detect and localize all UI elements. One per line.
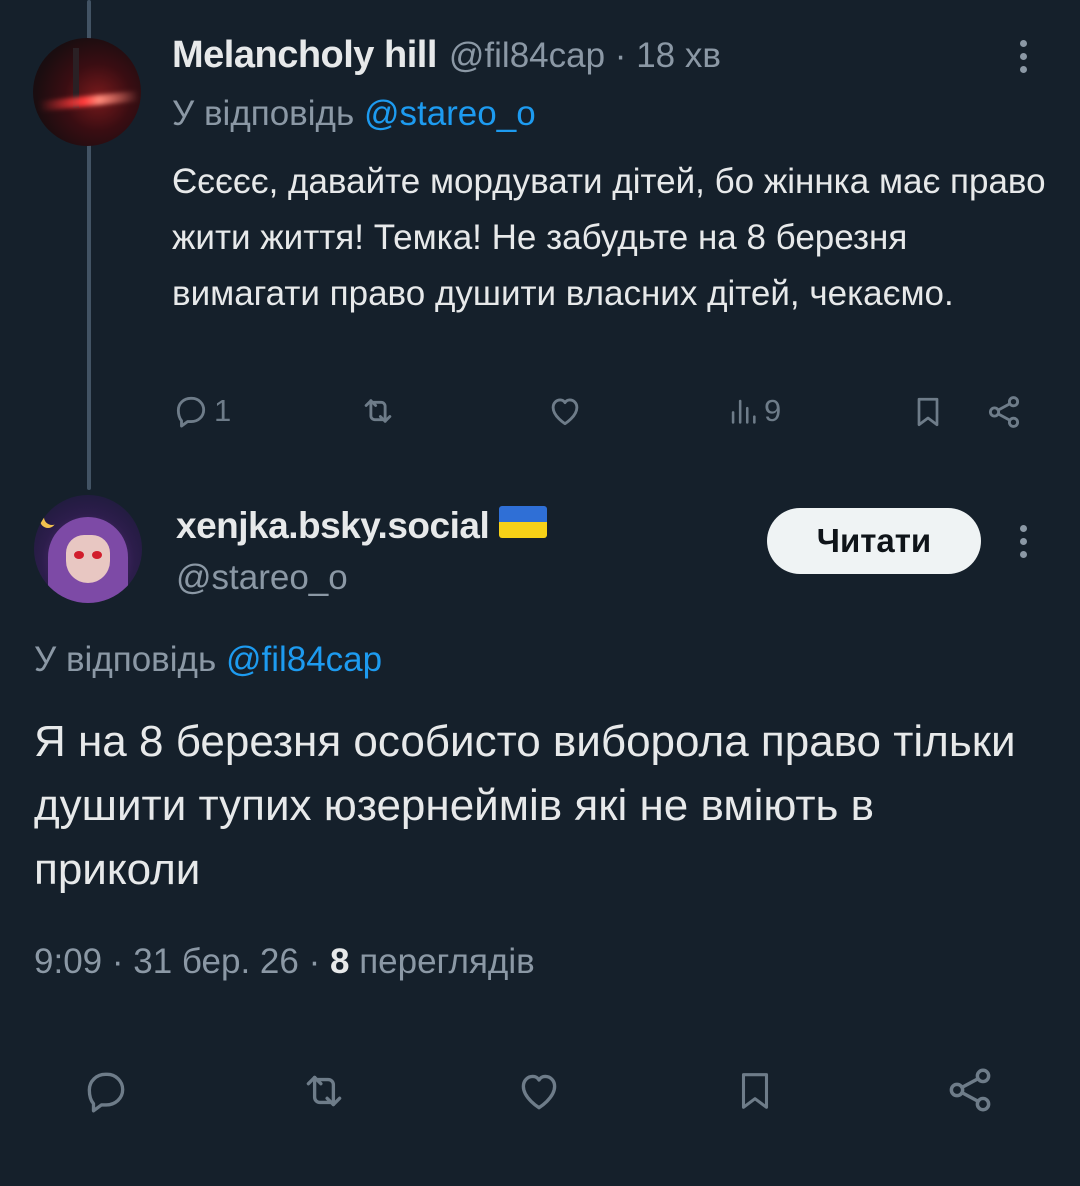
parent-reply-context: У відповідь @stareo_o	[172, 94, 536, 134]
main-bookmark-button[interactable]	[732, 1064, 778, 1118]
reply-icon	[172, 392, 210, 430]
separator: ·	[111, 942, 124, 981]
main-reply-context: У відповідь @fil84cap	[34, 640, 382, 680]
share-icon	[985, 393, 1023, 431]
reply-to-handle-link[interactable]: @fil84cap	[226, 640, 382, 679]
parent-more-icon[interactable]	[1018, 40, 1028, 73]
parent-tweet-text: Єєєєє, давайте мордувати дітей, бо жіннк…	[172, 162, 1046, 313]
main-more-icon[interactable]	[1018, 525, 1028, 558]
main-tweet-text: Я на 8 березня особисто виборола право т…	[34, 717, 1016, 894]
parent-like-button[interactable]	[545, 392, 585, 430]
like-icon	[545, 392, 585, 430]
parent-handle[interactable]: @fil84cap	[449, 36, 605, 75]
retweet-icon	[358, 392, 398, 430]
separator: ·	[308, 942, 321, 981]
avatar-art-moon	[44, 509, 60, 525]
parent-share-button[interactable]	[985, 393, 1023, 431]
parent-time[interactable]: 18 хв	[636, 36, 721, 75]
tweet-meta: 9:09 · 31 бер. 26 · 8 переглядів	[34, 942, 535, 982]
views-number[interactable]: 8	[330, 942, 349, 981]
main-share-button[interactable]	[944, 1064, 996, 1116]
views-label: переглядів	[359, 942, 535, 981]
views-icon	[726, 392, 760, 430]
parent-retweet-button[interactable]	[358, 392, 398, 430]
avatar-art-eye	[74, 551, 84, 559]
share-icon	[944, 1064, 996, 1116]
like-icon	[512, 1066, 566, 1116]
parent-reply-button[interactable]: 1	[172, 392, 231, 430]
main-avatar[interactable]	[34, 495, 142, 603]
separator: ·	[614, 36, 627, 75]
reply-to-label: У відповідь	[172, 94, 355, 133]
parent-bookmark-button[interactable]	[910, 392, 946, 432]
parent-avatar[interactable]	[33, 38, 141, 146]
parent-reply-count: 1	[214, 393, 232, 428]
parent-tweet-header: Melancholy hill @fil84cap · 18 хв	[172, 34, 721, 77]
reply-to-handle-link[interactable]: @stareo_o	[364, 94, 536, 133]
main-retweet-button[interactable]	[296, 1066, 352, 1116]
retweet-icon	[296, 1066, 352, 1116]
tweet-date[interactable]: 31 бер. 26	[133, 942, 299, 981]
parent-views-button[interactable]: 9	[726, 392, 781, 430]
main-reply-button[interactable]	[80, 1066, 132, 1116]
avatar-art-face	[66, 535, 110, 583]
reply-to-label: У відповідь	[34, 640, 217, 679]
main-tweet-header: xenjka.bsky.social	[176, 505, 548, 547]
follow-button[interactable]: Читати	[767, 508, 981, 574]
main-like-button[interactable]	[512, 1066, 566, 1116]
parent-handle-time: @fil84cap · 18 хв	[449, 36, 721, 76]
main-handle[interactable]: @stareo_o	[176, 558, 348, 598]
tweet-time[interactable]: 9:09	[34, 942, 102, 981]
parent-views-count: 9	[764, 393, 782, 428]
avatar-art-eye	[92, 551, 102, 559]
ukraine-flag-icon	[499, 506, 548, 538]
parent-display-name[interactable]: Melancholy hill	[172, 34, 437, 77]
bookmark-icon	[910, 392, 946, 432]
bookmark-icon	[732, 1064, 778, 1118]
main-display-name[interactable]: xenjka.bsky.social	[176, 505, 490, 547]
reply-icon	[80, 1066, 132, 1116]
avatar-art-streak	[38, 90, 140, 112]
